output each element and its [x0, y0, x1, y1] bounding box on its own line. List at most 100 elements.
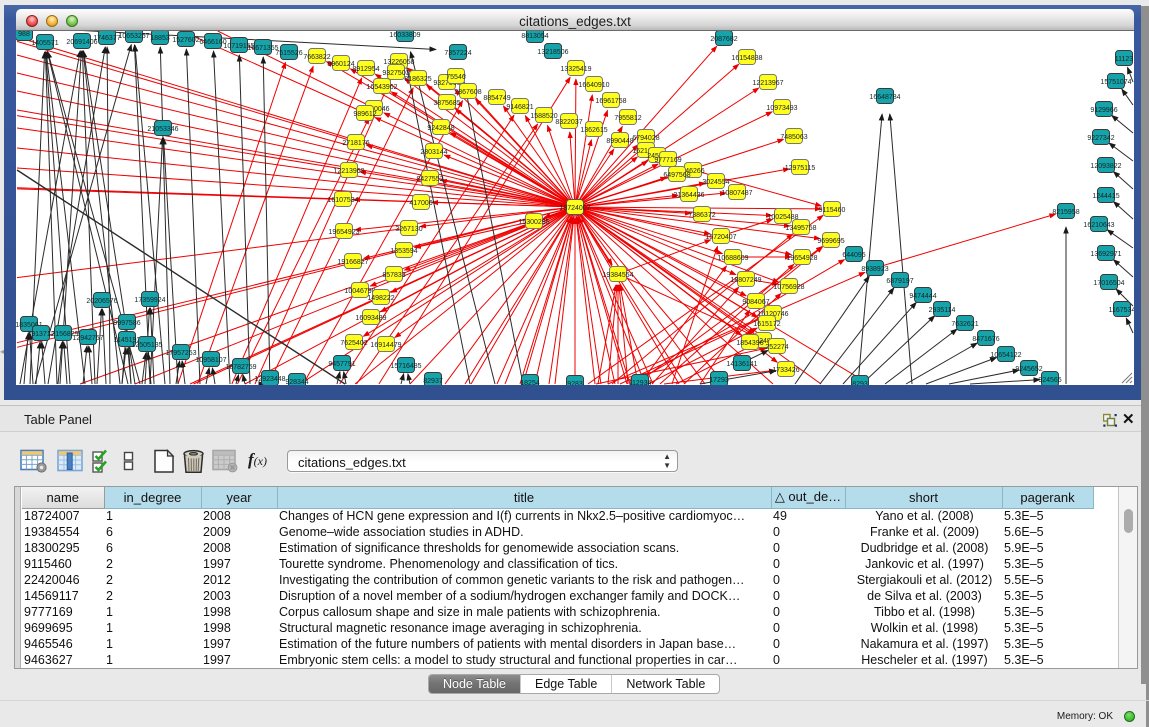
svg-text:15716485: 15716485 [390, 363, 421, 370]
svg-text:16640910: 16640910 [578, 82, 609, 89]
svg-text:18807249: 18807249 [730, 277, 761, 284]
svg-text:16033809: 16033809 [389, 32, 420, 39]
svg-text:928344: 928344 [285, 379, 308, 385]
svg-text:924565: 924565 [1038, 377, 1061, 384]
svg-text:6497568: 6497568 [663, 172, 690, 179]
svg-text:11123: 11123 [1115, 56, 1134, 63]
svg-text:9084067: 9084067 [742, 299, 769, 306]
svg-text:1353594: 1353594 [390, 248, 417, 255]
svg-text:13495758: 13495758 [785, 225, 816, 232]
svg-text:7955812: 7955812 [614, 115, 641, 122]
svg-text:10046798: 10046798 [344, 288, 375, 295]
svg-text:989612: 989612 [353, 111, 376, 118]
svg-text:10653257: 10653257 [118, 33, 149, 40]
svg-text:12213967: 12213967 [752, 80, 783, 87]
svg-text:12975115: 12975115 [785, 165, 816, 172]
svg-text:7625402: 7625402 [340, 340, 367, 347]
svg-text:13325419: 13325419 [560, 66, 591, 73]
svg-text:7357224: 7357224 [444, 50, 471, 57]
svg-text:9699695: 9699695 [817, 238, 844, 245]
svg-text:16107534: 16107534 [327, 197, 358, 204]
svg-text:16543962: 16543962 [366, 84, 397, 91]
svg-text:8293: 8293 [852, 381, 868, 385]
svg-text:8912954: 8912954 [352, 66, 379, 73]
svg-text:1615172: 1615172 [753, 321, 780, 328]
svg-text:14136141: 14136141 [726, 361, 757, 368]
svg-text:857833: 857833 [382, 272, 405, 279]
svg-text:75546: 75546 [446, 74, 466, 81]
svg-text:16782759: 16782759 [225, 364, 256, 371]
svg-text:10654122: 10654122 [990, 352, 1021, 359]
svg-text:7663822: 7663822 [303, 54, 330, 61]
svg-text:7632621: 7632621 [951, 321, 978, 328]
svg-text:10807487: 10807487 [721, 190, 752, 197]
svg-text:2867608: 2867608 [454, 89, 481, 96]
svg-text:7386372: 7386372 [688, 212, 715, 219]
svg-text:8471676: 8471676 [972, 336, 999, 343]
svg-text:12213969: 12213969 [333, 168, 364, 175]
svg-text:8854749: 8854749 [483, 95, 510, 102]
svg-text:6794028: 6794028 [632, 135, 659, 142]
svg-text:2803144: 2803144 [420, 149, 447, 156]
svg-text:8322037: 8322037 [555, 119, 582, 126]
svg-text:6879197: 6879197 [886, 278, 913, 285]
svg-text:9115460: 9115460 [819, 207, 846, 214]
svg-text:20206576: 20206576 [86, 298, 117, 305]
svg-text:8186325: 8186325 [404, 76, 431, 83]
svg-text:3267130: 3267130 [395, 226, 422, 233]
svg-text:644095: 644095 [842, 252, 865, 259]
svg-text:12923448: 12923448 [254, 376, 285, 383]
svg-text:9777169: 9777169 [654, 157, 681, 164]
svg-text:19166827: 19166827 [337, 259, 368, 266]
svg-text:8990448: 8990448 [606, 138, 633, 145]
svg-text:17957253: 17957253 [165, 350, 196, 357]
svg-text:21053346: 21053346 [147, 126, 178, 133]
svg-text:10958107: 10958107 [195, 357, 226, 364]
svg-text:17293: 17293 [709, 377, 729, 384]
svg-text:8938923: 8938923 [861, 266, 888, 273]
svg-text:12505135: 12505135 [131, 342, 162, 349]
svg-text:13692971: 13692971 [1090, 251, 1121, 258]
svg-text:17016504: 17016504 [1093, 280, 1124, 287]
svg-text:9242848: 9242848 [427, 125, 454, 132]
svg-text:252274: 252274 [765, 344, 788, 351]
svg-text:15720407: 15720407 [705, 234, 736, 241]
svg-text:13218506: 13218506 [537, 49, 568, 56]
svg-text:1527602: 1527602 [172, 37, 199, 44]
svg-text:9457791: 9457791 [328, 361, 355, 368]
svg-text:16961758: 16961758 [595, 98, 626, 105]
svg-text:7485063: 7485063 [780, 134, 807, 141]
svg-text:8960124: 8960124 [327, 61, 354, 68]
svg-text:15751074: 15751074 [1100, 79, 1131, 86]
svg-text:1405571: 1405571 [31, 40, 58, 47]
svg-text:10688609: 10688609 [717, 255, 748, 262]
svg-text:12093822: 12093822 [1090, 163, 1121, 170]
svg-text:21364436: 21364436 [673, 192, 704, 199]
svg-text:9245652: 9245652 [1015, 366, 1042, 373]
svg-text:18254: 18254 [520, 380, 540, 385]
svg-text:2935114: 2935114 [929, 307, 956, 314]
svg-text:19654928: 19654928 [786, 255, 817, 262]
svg-text:9129966: 9129966 [1090, 107, 1117, 114]
svg-text:1362615: 1362615 [580, 127, 607, 134]
svg-text:1746377: 1746377 [93, 35, 120, 42]
svg-text:3024554: 3024554 [702, 179, 729, 186]
svg-text:988: 988 [18, 31, 30, 38]
svg-text:1854396: 1854396 [736, 340, 763, 347]
svg-text:7515526: 7515526 [275, 50, 302, 57]
svg-text:3875685: 3875685 [433, 100, 460, 107]
svg-text:9997586: 9997586 [113, 320, 140, 327]
svg-text:1733426: 1733426 [772, 367, 799, 374]
svg-text:19384554: 19384554 [602, 272, 633, 279]
svg-text:16210643: 16210643 [1083, 222, 1114, 229]
svg-text:16093489: 16093489 [355, 315, 386, 322]
svg-text:15300295: 15300295 [518, 219, 549, 226]
svg-text:12942757: 12942757 [72, 335, 103, 342]
svg-text:19654923: 19654923 [328, 229, 359, 236]
svg-text:1588520: 1588520 [530, 113, 557, 120]
svg-text:16914479: 16914479 [370, 342, 401, 349]
svg-text:8427552: 8427552 [416, 176, 443, 183]
svg-text:18853: 18853 [150, 35, 170, 42]
svg-text:16648784: 16648784 [869, 94, 900, 101]
svg-text:82937: 82937 [423, 378, 443, 385]
